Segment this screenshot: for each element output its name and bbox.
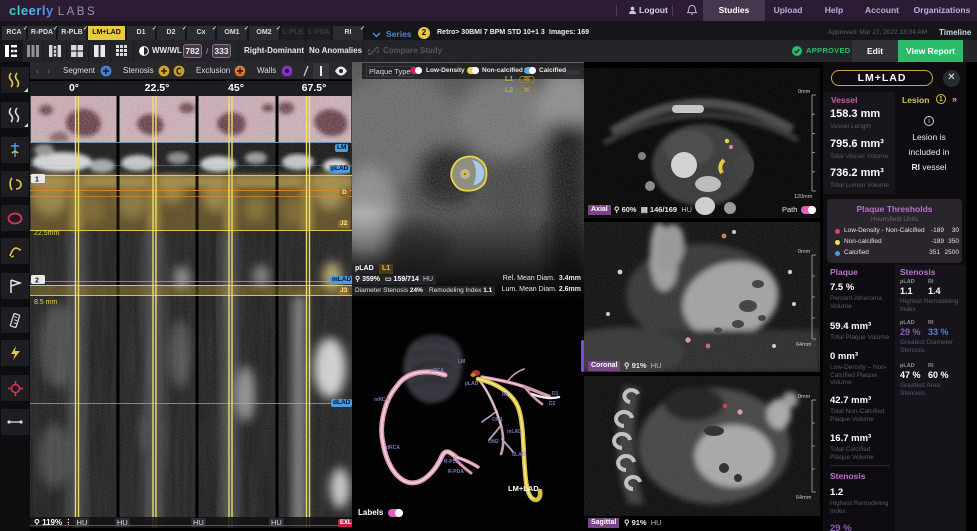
svg-text:2: 2: [35, 278, 39, 285]
svg-text:R-PLB: R-PLB: [444, 459, 460, 465]
svg-text:0mm: 0mm: [798, 249, 811, 255]
svg-text:1: 1: [35, 177, 39, 184]
svg-text:LM: LM: [458, 359, 465, 365]
svg-text:8.5 mm: 8.5 mm: [34, 299, 58, 306]
svg-text:D1: D1: [552, 391, 559, 397]
svg-text:pLAD: pLAD: [465, 381, 479, 387]
svg-text:0mm: 0mm: [798, 89, 811, 95]
svg-text:OM1: OM1: [492, 417, 503, 423]
svg-text:mRCA: mRCA: [374, 397, 390, 403]
svg-text:22.5mm: 22.5mm: [34, 230, 59, 237]
svg-text:OM2: OM2: [488, 439, 499, 445]
svg-text:RI: RI: [502, 392, 508, 398]
svg-text:pRCA: pRCA: [430, 368, 444, 374]
svg-text:LM+LAD: LM+LAD: [508, 484, 539, 493]
svg-text:dLAD: dLAD: [512, 452, 526, 458]
svg-text:D2: D2: [549, 401, 556, 407]
svg-text:0mm: 0mm: [798, 394, 811, 400]
svg-text:64mm: 64mm: [796, 495, 812, 500]
svg-text:64mm: 64mm: [796, 342, 812, 347]
svg-text:mLAD: mLAD: [507, 429, 522, 435]
svg-text:R-PDA: R-PDA: [448, 469, 464, 475]
svg-text:120mm: 120mm: [794, 194, 813, 199]
svg-text:dRCA: dRCA: [386, 445, 400, 451]
